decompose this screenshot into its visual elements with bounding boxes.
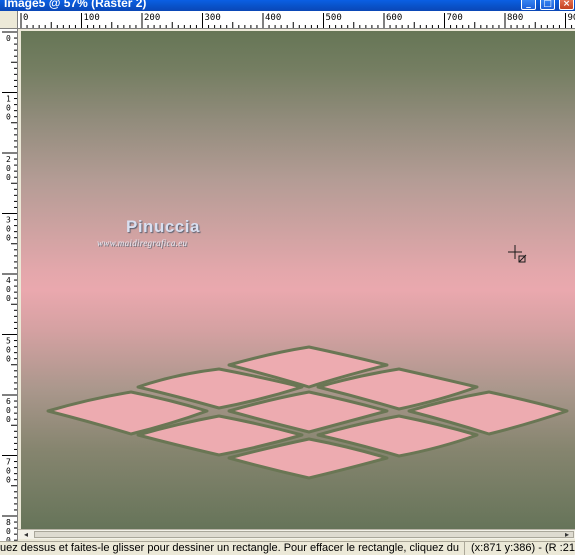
image-canvas-area[interactable]: Pinuccia www.maidiregrafica.eu xyxy=(18,29,575,529)
ruler-top-label: 600 xyxy=(386,13,402,23)
ruler-left-label: 6 xyxy=(6,397,11,406)
close-button[interactable]: × xyxy=(559,0,574,10)
ruler-left-label: 0 xyxy=(6,234,11,243)
horizontal-scrollbar[interactable]: ◂ ▸ xyxy=(18,529,575,539)
ruler-left-label: 0 xyxy=(6,355,11,364)
ruler-top-label: 400 xyxy=(265,13,281,23)
minimize-icon: _ xyxy=(526,0,531,9)
ruler-left-label: 0 xyxy=(6,225,11,234)
ruler-top-label: 100 xyxy=(84,13,100,23)
ruler-left-label: 2 xyxy=(6,155,11,164)
window-titlebar[interactable]: Image5 @ 57% (Raster 2) _ □ × xyxy=(0,0,575,11)
tile-grid xyxy=(46,345,569,480)
crop-cursor-icon xyxy=(508,245,527,263)
scroll-right-icon[interactable]: ▸ xyxy=(561,530,573,539)
ruler-left-label: 0 xyxy=(6,104,11,113)
ruler-left-label: 0 xyxy=(6,476,11,485)
ruler-left-label: 0 xyxy=(6,527,11,536)
ruler-top-label: 900 xyxy=(568,13,575,23)
ruler-top[interactable]: 0 100 200 300 400 500 600 700 800 900 xyxy=(18,11,575,29)
ruler-top-label: 800 xyxy=(507,13,523,23)
ruler-left-label: 3 xyxy=(6,216,11,225)
scroll-left-icon[interactable]: ◂ xyxy=(20,530,32,539)
ruler-left-label: 0 xyxy=(6,415,11,424)
ruler-top-label: 0 xyxy=(23,13,28,23)
ruler-left-label: 0 xyxy=(6,285,11,294)
maximize-icon: □ xyxy=(543,0,552,9)
status-bar: uez dessus et faites-le glisser pour des… xyxy=(0,541,575,555)
ruler-left-label: 0 xyxy=(6,173,11,182)
status-message: uez dessus et faites-le glisser pour des… xyxy=(0,542,459,554)
ruler-left-label: 0 xyxy=(6,34,11,43)
ruler-left[interactable]: 0100200300400500600700800 xyxy=(0,29,18,541)
minimize-button[interactable]: _ xyxy=(521,0,536,10)
ruler-top-label: 300 xyxy=(205,13,221,23)
ruler-top-label: 500 xyxy=(326,13,342,23)
ruler-top-label: 200 xyxy=(144,13,160,23)
scrollbar-thumb[interactable] xyxy=(34,531,574,538)
maximize-button[interactable]: □ xyxy=(540,0,555,10)
close-icon: × xyxy=(562,0,571,9)
ruler-left-label: 0 xyxy=(6,164,11,173)
ruler-left-label: 0 xyxy=(6,294,11,303)
ruler-left-label: 0 xyxy=(6,467,11,476)
ruler-corner xyxy=(0,11,18,29)
ruler-left-label: 4 xyxy=(6,276,11,285)
ruler-top-label: 700 xyxy=(447,13,463,23)
ruler-left-ticks: 0100200300400500600700800 xyxy=(2,31,17,541)
ruler-left-label: 5 xyxy=(6,337,11,346)
ruler-left-label: 0 xyxy=(6,346,11,355)
ruler-left-label: 0 xyxy=(6,113,11,122)
ruler-left-label: 8 xyxy=(6,518,11,527)
ruler-left-label: 1 xyxy=(6,95,11,104)
status-coordinates: (x:871 y:386) - (R :217 xyxy=(464,542,575,555)
ruler-left-label: 7 xyxy=(6,458,11,467)
image-canvas[interactable]: Pinuccia www.maidiregrafica.eu xyxy=(21,31,575,529)
ruler-left-label: 0 xyxy=(6,406,11,415)
window-title: Image5 @ 57% (Raster 2) xyxy=(4,0,147,10)
ruler-top-ticks: 0 100 200 300 400 500 600 700 800 900 xyxy=(20,13,575,28)
